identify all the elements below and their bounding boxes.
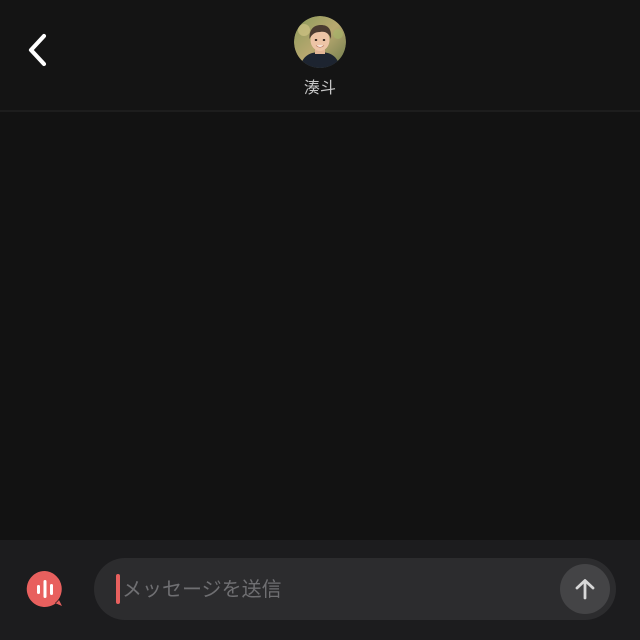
message-list[interactable] (0, 112, 640, 540)
chat-screen: 湊斗 (0, 0, 640, 640)
text-cursor (116, 574, 120, 604)
send-button[interactable] (560, 564, 610, 614)
contact-name: 湊斗 (303, 78, 336, 97)
chat-header: 湊斗 (0, 0, 640, 112)
message-composer (0, 540, 640, 640)
back-button[interactable] (18, 30, 58, 70)
voice-message-button[interactable] (26, 570, 64, 608)
message-input[interactable] (122, 558, 552, 620)
contact-avatar[interactable] (294, 16, 346, 68)
message-input-container[interactable] (94, 558, 616, 620)
arrow-up-icon (575, 579, 595, 600)
profile-photo (294, 16, 346, 68)
voice-message-icon (26, 570, 62, 607)
chevron-left-icon (28, 33, 47, 67)
